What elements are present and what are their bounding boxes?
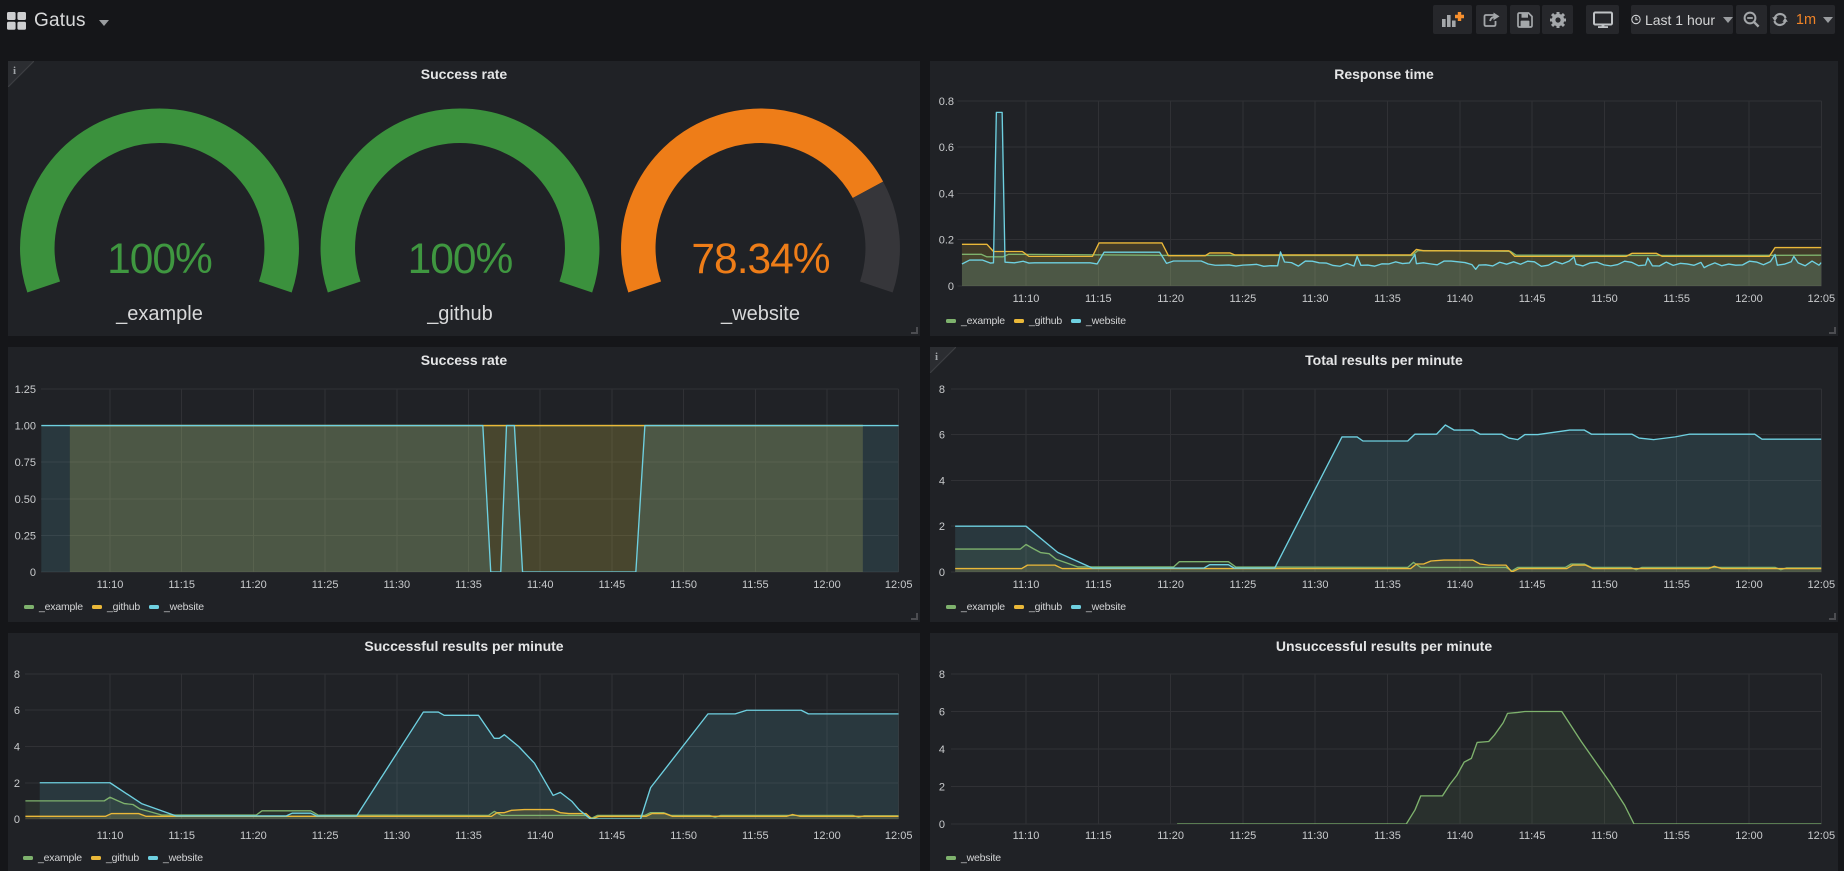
svg-text:_example: _example <box>115 303 203 325</box>
svg-text:2: 2 <box>939 521 945 533</box>
svg-text:11:35: 11:35 <box>1374 293 1401 305</box>
svg-text:11:45: 11:45 <box>599 579 626 591</box>
svg-text:11:35: 11:35 <box>1374 830 1401 842</box>
svg-text:11:50: 11:50 <box>670 830 697 842</box>
svg-text:11:30: 11:30 <box>1302 293 1329 305</box>
svg-text:11:20: 11:20 <box>1157 293 1184 305</box>
svg-text:12:00: 12:00 <box>1735 830 1763 842</box>
svg-text:11:50: 11:50 <box>670 579 697 591</box>
svg-text:11:10: 11:10 <box>97 830 124 842</box>
svg-text:12:05: 12:05 <box>1808 293 1836 305</box>
svg-text:11:45: 11:45 <box>1519 830 1546 842</box>
svg-text:11:20: 11:20 <box>1157 579 1184 591</box>
svg-text:11:20: 11:20 <box>1157 830 1184 842</box>
svg-text:11:10: 11:10 <box>1013 830 1040 842</box>
svg-text:11:55: 11:55 <box>742 830 769 842</box>
svg-text:78.34%: 78.34% <box>691 236 829 283</box>
svg-text:11:15: 11:15 <box>168 579 195 591</box>
svg-text:11:40: 11:40 <box>527 830 554 842</box>
svg-text:11:15: 11:15 <box>1085 579 1112 591</box>
svg-text:6: 6 <box>939 707 945 719</box>
svg-text:0.50: 0.50 <box>15 494 36 506</box>
svg-text:11:55: 11:55 <box>1663 293 1690 305</box>
svg-text:4: 4 <box>14 742 20 754</box>
svg-text:11:40: 11:40 <box>527 579 554 591</box>
svg-text:11:30: 11:30 <box>383 579 410 591</box>
svg-text:0.75: 0.75 <box>15 457 36 469</box>
svg-text:11:40: 11:40 <box>1446 579 1473 591</box>
svg-text:0: 0 <box>948 281 954 293</box>
svg-text:1.25: 1.25 <box>15 384 36 396</box>
svg-text:0: 0 <box>14 814 20 826</box>
svg-text:11:55: 11:55 <box>1663 830 1690 842</box>
svg-text:11:30: 11:30 <box>1302 579 1329 591</box>
svg-text:12:00: 12:00 <box>813 830 841 842</box>
svg-text:11:35: 11:35 <box>455 579 482 591</box>
svg-text:11:25: 11:25 <box>312 830 339 842</box>
svg-text:0.8: 0.8 <box>939 96 954 108</box>
svg-text:11:15: 11:15 <box>1085 293 1112 305</box>
svg-text:0.4: 0.4 <box>939 188 954 200</box>
svg-text:0.2: 0.2 <box>939 235 954 247</box>
svg-text:11:30: 11:30 <box>1302 830 1329 842</box>
svg-text:_website: _website <box>720 303 800 325</box>
svg-text:11:45: 11:45 <box>1519 293 1546 305</box>
svg-text:11:45: 11:45 <box>1519 579 1546 591</box>
svg-text:0: 0 <box>939 567 945 579</box>
svg-text:0: 0 <box>30 567 36 579</box>
svg-text:12:05: 12:05 <box>885 830 913 842</box>
svg-text:1.00: 1.00 <box>15 421 36 433</box>
svg-text:11:30: 11:30 <box>383 830 410 842</box>
svg-text:100%: 100% <box>107 236 212 283</box>
svg-text:11:25: 11:25 <box>1230 293 1257 305</box>
svg-text:11:20: 11:20 <box>240 830 267 842</box>
svg-text:8: 8 <box>939 669 945 681</box>
svg-text:8: 8 <box>14 669 20 681</box>
svg-text:2: 2 <box>14 778 20 790</box>
svg-text:6: 6 <box>939 430 945 442</box>
svg-text:11:20: 11:20 <box>240 579 267 591</box>
svg-text:12:00: 12:00 <box>813 579 841 591</box>
svg-text:0.25: 0.25 <box>15 530 36 542</box>
svg-text:11:40: 11:40 <box>1446 830 1473 842</box>
svg-text:6: 6 <box>14 705 20 717</box>
svg-text:12:05: 12:05 <box>1808 579 1836 591</box>
svg-text:4: 4 <box>939 744 945 756</box>
svg-text:11:55: 11:55 <box>742 579 769 591</box>
svg-text:11:25: 11:25 <box>1230 579 1257 591</box>
svg-text:11:10: 11:10 <box>1013 293 1040 305</box>
svg-text:0.6: 0.6 <box>939 142 954 154</box>
svg-text:11:45: 11:45 <box>599 830 626 842</box>
svg-text:0: 0 <box>939 819 945 831</box>
svg-text:11:10: 11:10 <box>97 579 124 591</box>
svg-text:11:40: 11:40 <box>1446 293 1473 305</box>
svg-text:2: 2 <box>939 782 945 794</box>
svg-text:11:35: 11:35 <box>455 830 482 842</box>
svg-text:11:55: 11:55 <box>1663 579 1690 591</box>
svg-text:4: 4 <box>939 475 945 487</box>
svg-text:_github: _github <box>426 303 493 325</box>
svg-text:11:15: 11:15 <box>1085 830 1112 842</box>
svg-text:11:35: 11:35 <box>1374 579 1401 591</box>
svg-text:8: 8 <box>939 384 945 396</box>
svg-text:12:05: 12:05 <box>1808 830 1836 842</box>
svg-text:100%: 100% <box>408 236 513 283</box>
svg-text:12:00: 12:00 <box>1735 293 1763 305</box>
svg-text:11:25: 11:25 <box>312 579 339 591</box>
svg-text:12:00: 12:00 <box>1735 579 1763 591</box>
svg-text:11:15: 11:15 <box>168 830 195 842</box>
svg-text:11:50: 11:50 <box>1591 579 1618 591</box>
svg-text:11:10: 11:10 <box>1013 579 1040 591</box>
svg-text:11:25: 11:25 <box>1230 830 1257 842</box>
svg-text:11:50: 11:50 <box>1591 293 1618 305</box>
svg-text:12:05: 12:05 <box>885 579 913 591</box>
svg-text:11:50: 11:50 <box>1591 830 1618 842</box>
